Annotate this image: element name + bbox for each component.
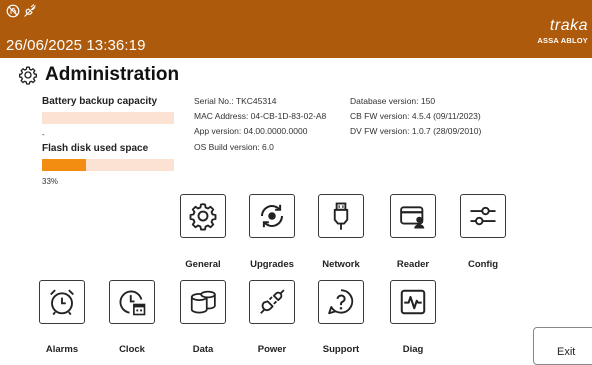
flash-fill bbox=[42, 159, 86, 171]
config-label: Config bbox=[467, 259, 499, 270]
gear-icon bbox=[19, 66, 37, 85]
ethernet-plug-icon bbox=[333, 202, 349, 230]
brand-name: traka bbox=[549, 17, 588, 34]
battery-label: Battery backup capacity bbox=[42, 96, 158, 107]
alarms-button[interactable] bbox=[39, 280, 85, 324]
flash-bar bbox=[42, 159, 174, 171]
alarm-clock-icon bbox=[50, 289, 74, 316]
reader-label: Reader bbox=[396, 259, 430, 270]
general-label: General bbox=[185, 259, 221, 270]
brand-subtitle: ASSA ABLOY bbox=[537, 36, 588, 45]
alarms-label: Alarms bbox=[45, 344, 79, 355]
unplugged-icon bbox=[24, 4, 36, 17]
config-button[interactable] bbox=[460, 194, 506, 238]
device-info-right: Database version: 150 CB FW version: 4.5… bbox=[350, 94, 481, 140]
clock-label: Clock bbox=[119, 344, 145, 355]
support-label: Support bbox=[322, 344, 360, 355]
database-icon bbox=[190, 290, 216, 314]
clock-button[interactable] bbox=[109, 280, 155, 324]
gear-icon bbox=[189, 203, 217, 231]
data-button[interactable] bbox=[180, 280, 226, 324]
clock-calendar-icon bbox=[119, 290, 146, 316]
help-icon bbox=[328, 289, 354, 315]
page-title: Administration bbox=[18, 64, 179, 86]
upgrade-icon bbox=[261, 204, 283, 228]
exit-button[interactable]: Exit bbox=[533, 327, 592, 365]
power-plug-icon bbox=[260, 289, 285, 314]
app-version: App version: 04.00.0000.0000 bbox=[194, 126, 308, 137]
diag-button[interactable] bbox=[390, 280, 436, 324]
status-icons bbox=[6, 4, 37, 18]
upgrades-button[interactable] bbox=[249, 194, 295, 238]
cb-fw-version: CB FW version: 4.5.4 (09/11/2023) bbox=[350, 111, 481, 122]
os-build-version: OS Build version: 6.0 bbox=[194, 141, 274, 152]
no-touch-icon bbox=[6, 4, 20, 18]
flash-value: 33% bbox=[42, 177, 59, 186]
support-button[interactable] bbox=[318, 280, 364, 324]
mac-address: MAC Address: 04-CB-1D-83-02-A8 bbox=[194, 111, 327, 122]
header-bar: 26/06/2025 13:36:19 traka ASSA ABLOY bbox=[0, 0, 592, 58]
sliders-icon bbox=[470, 206, 496, 226]
power-button[interactable] bbox=[249, 280, 295, 324]
upgrades-label: Upgrades bbox=[250, 259, 294, 270]
serial-number: Serial No.: TKC45314 bbox=[194, 96, 277, 106]
network-button[interactable] bbox=[318, 194, 364, 238]
pulse-icon bbox=[400, 289, 426, 315]
card-reader-icon bbox=[400, 206, 425, 229]
data-label: Data bbox=[192, 344, 214, 355]
device-info-left: Serial No.: TKC45314 MAC Address: 04-CB-… bbox=[194, 94, 326, 155]
general-button[interactable] bbox=[180, 194, 226, 238]
power-label: Power bbox=[257, 344, 287, 355]
battery-value: - bbox=[42, 130, 45, 139]
dv-fw-version: DV FW version: 1.0.7 (28/09/2010) bbox=[350, 126, 482, 137]
flash-label: Flash disk used space bbox=[42, 143, 149, 154]
brand-logo: traka ASSA ABLOY bbox=[537, 17, 588, 46]
diag-label: Diag bbox=[402, 344, 424, 355]
page-title-text: Administration bbox=[45, 64, 180, 85]
battery-bar bbox=[42, 112, 174, 124]
database-version: Database version: 150 bbox=[350, 96, 436, 106]
date-time: 26/06/2025 13:36:19 bbox=[6, 37, 146, 54]
network-label: Network bbox=[322, 259, 360, 270]
reader-button[interactable] bbox=[390, 194, 436, 238]
